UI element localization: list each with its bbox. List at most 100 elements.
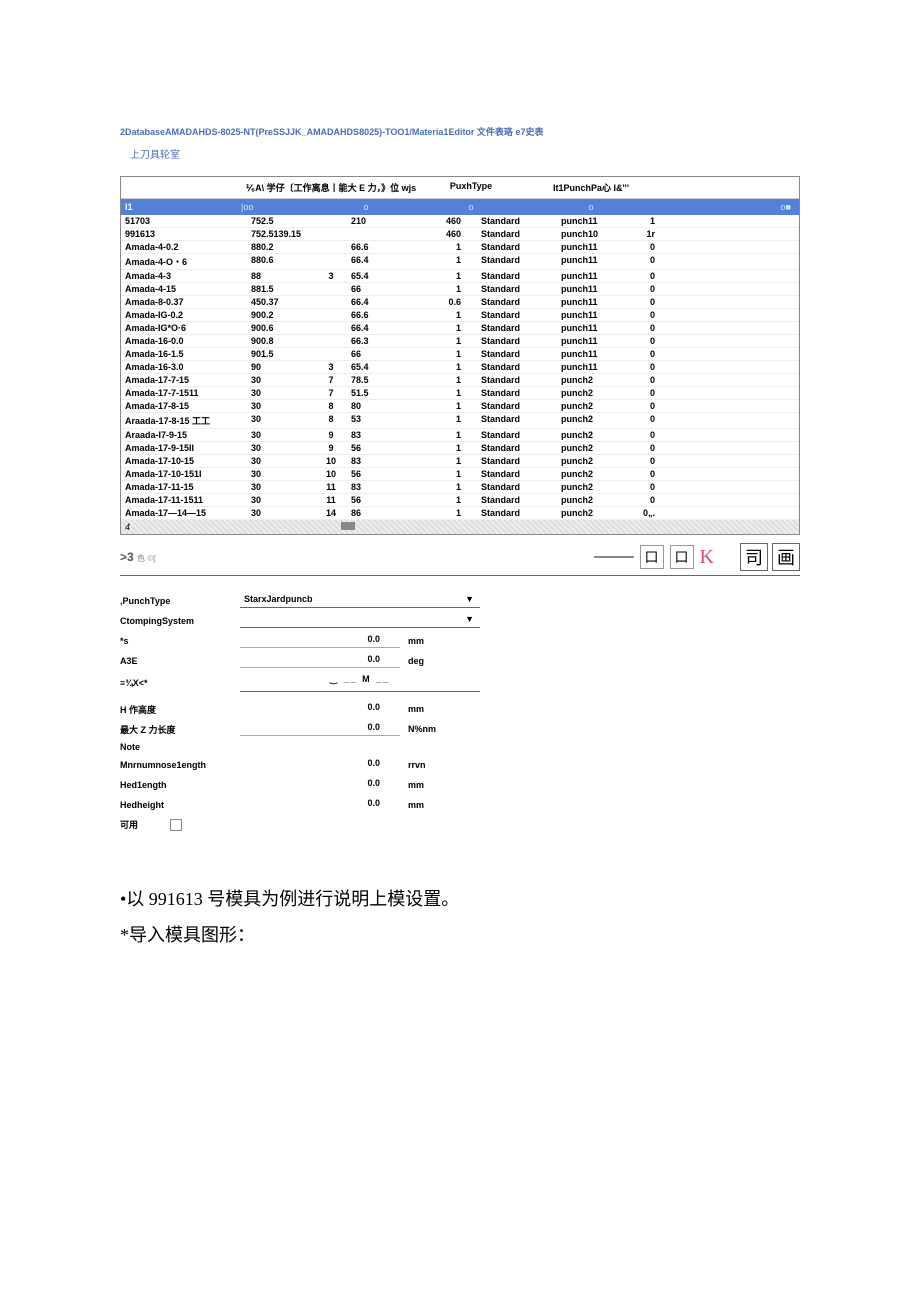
cell-g: 0 xyxy=(631,310,661,320)
table-row[interactable]: 991613752.5139.15460Standardpunch101r xyxy=(121,228,799,241)
punchtype-label: ,PunchType xyxy=(120,596,240,606)
cell-e: Standard xyxy=(471,443,551,453)
arrow-icon[interactable] xyxy=(594,556,634,558)
cell-g: 0 xyxy=(631,469,661,479)
cell-g: 0 xyxy=(631,414,661,427)
cell-b xyxy=(311,336,351,346)
punchtype-select[interactable]: StarxJardpuncb ▼ xyxy=(240,594,480,608)
filter-2[interactable]: |oo xyxy=(241,202,311,212)
cell-g: 0 xyxy=(631,336,661,346)
cell-a: 900.6 xyxy=(241,323,311,333)
cell-c: 66.6 xyxy=(351,310,411,320)
table-row[interactable]: Amada-IG-0.2900.266.61Standardpunch110 xyxy=(121,309,799,322)
table-row[interactable]: Amada-4-0.2880.266.61Standardpunch110 xyxy=(121,241,799,254)
cell-d: 0.6 xyxy=(411,297,471,307)
table-row[interactable]: Amada-17-7-1530778.51Standardpunch20 xyxy=(121,374,799,387)
cell-c: 66.3 xyxy=(351,336,411,346)
h-height-label: H 作高度 xyxy=(120,703,240,716)
table-row[interactable]: Amada-17-8-15308801Standardpunch20 xyxy=(121,400,799,413)
maxz-input[interactable]: 0.0 xyxy=(240,722,400,736)
clamping-select[interactable]: ▼ xyxy=(240,614,480,628)
table-row[interactable]: Amada-16-3.090365.41Standardpunch110 xyxy=(121,361,799,374)
prose-text: •以 991613 号模具为例进行说明上模设置。 *导入模具图形： xyxy=(120,881,800,953)
table-row[interactable]: Amada-17-11-15113011561Standardpunch20 xyxy=(121,494,799,507)
table-row[interactable]: Amada-17-10-151I3010561Standardpunch20 xyxy=(121,468,799,481)
cell-g: 0 xyxy=(631,323,661,333)
table-row[interactable]: Araada-17-8-15 工工308531Standardpunch20 xyxy=(121,413,799,429)
cell-f: punch11 xyxy=(551,255,631,268)
table-row[interactable]: Amada-4-15881.5661Standardpunch110 xyxy=(121,283,799,296)
cell-d: 1 xyxy=(411,414,471,427)
table-row[interactable]: Amada-IG*O·6900.666.41Standardpunch110 xyxy=(121,322,799,335)
cell-c: 66 xyxy=(351,349,411,359)
cell-g: 0 xyxy=(631,255,661,268)
cell-a: 30 xyxy=(241,469,311,479)
cell-name: Amada-4-0.2 xyxy=(121,242,241,252)
th-paths: It1PunchPa心 I&''' xyxy=(521,181,661,194)
box-icon-2[interactable]: 口 xyxy=(670,545,694,569)
prose-line-2: *导入模具图形： xyxy=(120,917,800,953)
filter-6[interactable]: o■ xyxy=(661,202,799,212)
filter-4[interactable]: o xyxy=(421,202,521,212)
cell-d: 460 xyxy=(411,216,471,226)
cell-name: Amada-4-O・6 xyxy=(121,255,241,268)
cell-d: 1 xyxy=(411,323,471,333)
cell-e: Standard xyxy=(471,242,551,252)
cell-f: punch2 xyxy=(551,401,631,411)
table-row[interactable]: Amada-17-10-153010831Standardpunch20 xyxy=(121,455,799,468)
table-row[interactable]: Amada-17—14—153014861Standardpunch20„. xyxy=(121,507,799,520)
cell-b: 10 xyxy=(311,456,351,466)
table-row[interactable]: Amada-16-0.0900.866.31Standardpunch110 xyxy=(121,335,799,348)
maxz-label: 最大 Z 力长度 xyxy=(120,723,240,736)
cell-c: 66.4 xyxy=(351,297,411,307)
th-punchtype: PuxhType xyxy=(421,181,521,194)
right-box-1[interactable]: 司 xyxy=(740,543,768,571)
cell-g: 0 xyxy=(631,362,661,372)
a3e-input[interactable]: 0.0 xyxy=(240,654,400,668)
cell-name: Amada-17-8-15 xyxy=(121,401,241,411)
hedheight-label: Hedheight xyxy=(120,800,240,810)
table-row[interactable]: Amada-16-1.5901.5661Standardpunch110 xyxy=(121,348,799,361)
cell-e: Standard xyxy=(471,349,551,359)
cell-a: 30 xyxy=(241,495,311,505)
cell-a: 450.37 xyxy=(241,297,311,307)
cell-e: Standard xyxy=(471,271,551,281)
table-row[interactable]: Amada-17-7-151130751.51Standardpunch20 xyxy=(121,387,799,400)
cell-c: 83 xyxy=(351,430,411,440)
table-row[interactable]: Amada-8-0.37450.3766.40.6Standardpunch11… xyxy=(121,296,799,309)
cell-e: Standard xyxy=(471,388,551,398)
table-header: ⅟₆A\ 学仔〔工作离息丨能大 E 力，》位 wjs PuxhType It1P… xyxy=(121,177,799,199)
table-row[interactable]: 51703752.5210460Standardpunch111 xyxy=(121,215,799,228)
table-row[interactable]: Amada-4-388365.41Standardpunch110 xyxy=(121,270,799,283)
available-checkbox[interactable] xyxy=(170,819,182,831)
cell-a: 752.5 xyxy=(241,216,311,226)
cell-f: punch2 xyxy=(551,495,631,505)
filter-3[interactable]: o xyxy=(311,202,421,212)
cell-a: 30 xyxy=(241,388,311,398)
table-row[interactable]: Amada-4-O・6880.666.41Standardpunch110 xyxy=(121,254,799,270)
filter-5[interactable]: o xyxy=(521,202,661,212)
s-input[interactable]: 0.0 xyxy=(240,634,400,648)
filter-name[interactable]: I1 xyxy=(121,202,241,212)
cell-c: 66.6 xyxy=(351,242,411,252)
cell-b: 11 xyxy=(311,482,351,492)
cell-name: Amada-16-1.5 xyxy=(121,349,241,359)
cell-d: 1 xyxy=(411,443,471,453)
cell-b xyxy=(311,229,351,239)
table-row[interactable]: Araada-I7-9-15309831Standardpunch20 xyxy=(121,429,799,442)
table-row[interactable]: Amada-17-11-153011831Standardpunch20 xyxy=(121,481,799,494)
cell-g: 0 xyxy=(631,482,661,492)
cell-f: punch2 xyxy=(551,508,631,518)
box-icon-1[interactable]: 口 xyxy=(640,545,664,569)
s-unit: mm xyxy=(400,636,460,646)
cell-a: 30 xyxy=(241,482,311,492)
cell-d: 1 xyxy=(411,362,471,372)
th-work: ⅟₆A\ 学仔〔工作离息丨能大 E 力，》位 wjs xyxy=(241,181,421,194)
table-row[interactable]: Amada-17-9-15II309561Standardpunch20 xyxy=(121,442,799,455)
cell-f: punch11 xyxy=(551,271,631,281)
cell-b xyxy=(311,242,351,252)
filter-row[interactable]: I1 |oo o o o o■ xyxy=(121,199,799,215)
k-icon[interactable]: K xyxy=(700,546,714,569)
right-box-2[interactable]: 画 xyxy=(772,543,800,571)
footer-scrollbar-icon[interactable] xyxy=(341,522,355,530)
